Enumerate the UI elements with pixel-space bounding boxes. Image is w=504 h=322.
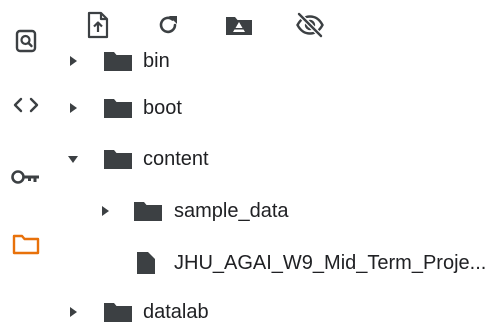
folder-icon [104, 150, 132, 169]
tree-item-boot[interactable]: boot [52, 91, 504, 125]
mount-drive-button[interactable] [219, 5, 259, 45]
sidebar-item-files[interactable] [6, 224, 46, 264]
file-browser-panel: bin boot content sample_data JHU_AGAI_W9… [0, 0, 504, 322]
folder-icon [104, 52, 132, 71]
google-drive-icon [226, 17, 252, 35]
tree-item-label: content [143, 148, 209, 170]
expand-arrow-icon[interactable] [66, 101, 80, 115]
upload-file-icon [87, 11, 109, 39]
expand-arrow-icon[interactable] [66, 54, 80, 68]
refresh-icon [159, 16, 177, 34]
tree-item-file[interactable]: JHU_AGAI_W9_Mid_Term_Proje... [52, 246, 504, 280]
tree-item-content[interactable]: content [52, 142, 504, 176]
toggle-hidden-files-button[interactable] [290, 5, 330, 45]
tree-item-label: boot [143, 97, 182, 119]
tree-item-label: JHU_AGAI_W9_Mid_Term_Proje... [174, 252, 487, 274]
file-icon [137, 252, 155, 274]
sidebar-item-search[interactable] [6, 21, 46, 61]
sidebar-item-secrets[interactable] [6, 157, 46, 197]
sidebar-item-code[interactable] [6, 85, 46, 125]
file-tree: bin boot content sample_data JHU_AGAI_W9… [52, 40, 504, 322]
tree-item-bin[interactable]: bin [52, 44, 504, 78]
expand-arrow-icon[interactable] [98, 204, 112, 218]
folder-icon [104, 99, 132, 118]
key-icon [11, 170, 39, 184]
folder-icon [104, 303, 132, 322]
expand-arrow-icon[interactable] [66, 305, 80, 319]
tree-item-label: datalab [143, 301, 209, 322]
code-icon [13, 97, 39, 113]
tree-item-label: sample_data [174, 200, 289, 222]
tree-item-label: bin [143, 50, 170, 72]
search-icon [15, 29, 37, 53]
folder-icon [134, 202, 162, 221]
upload-button[interactable] [78, 5, 118, 45]
collapse-arrow-icon[interactable] [66, 152, 80, 166]
folder-icon [12, 234, 40, 255]
tree-item-datalab[interactable]: datalab [52, 295, 504, 322]
sidebar-rail [0, 0, 52, 322]
refresh-button[interactable] [148, 5, 188, 45]
eye-off-icon [296, 12, 324, 38]
tree-item-sample-data[interactable]: sample_data [52, 194, 504, 228]
